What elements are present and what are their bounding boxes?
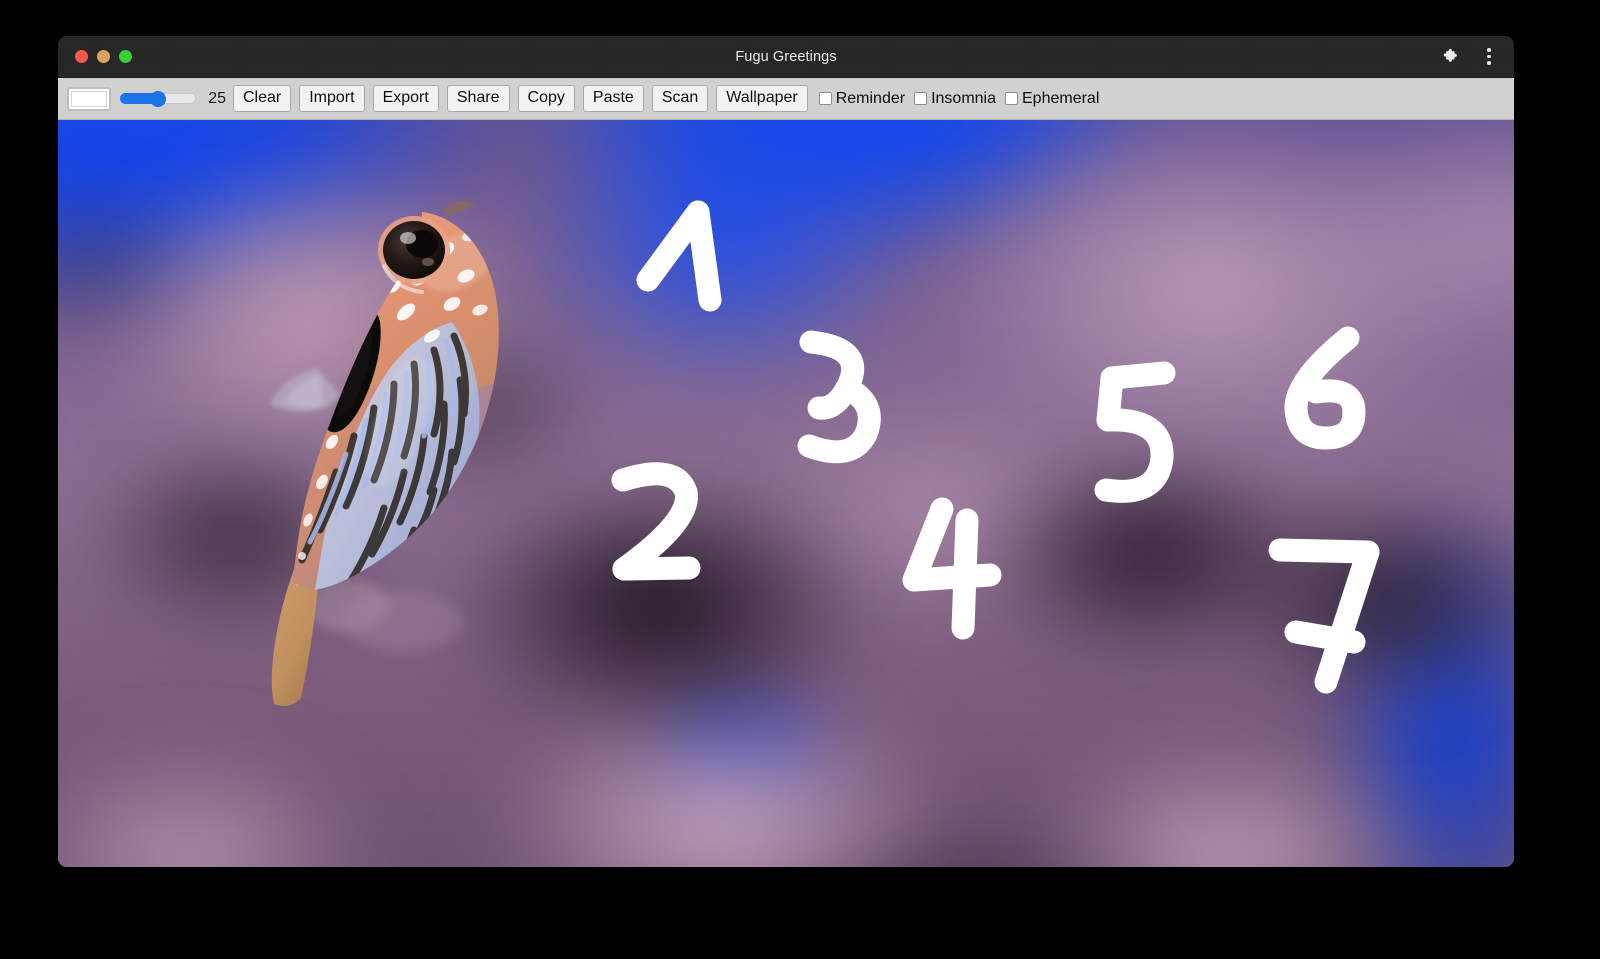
clear-button[interactable]: Clear	[233, 85, 292, 112]
stroke-digit-3	[797, 330, 881, 464]
ephemeral-checkbox-label: Ephemeral	[1022, 89, 1100, 107]
scan-button[interactable]: Scan	[651, 85, 709, 112]
option-checkboxes: Reminder Insomnia Ephemeral	[818, 89, 1109, 108]
three-dots-glyph	[1487, 48, 1491, 65]
insomnia-checkbox[interactable]: Insomnia	[914, 90, 996, 108]
traffic-light-buttons	[75, 50, 132, 63]
checkbox-box-insomnia[interactable]	[914, 92, 928, 105]
insomnia-checkbox-label: Insomnia	[931, 89, 996, 107]
browser-menu-icon[interactable]	[1478, 46, 1500, 68]
slider-thumb[interactable]	[150, 90, 166, 107]
stroke-digit-1	[636, 200, 722, 312]
extensions-icon[interactable]	[1440, 46, 1462, 68]
ephemeral-checkbox[interactable]: Ephemeral	[1005, 90, 1099, 108]
app-toolbar: 25 Clear Import Export Share Copy Paste …	[58, 78, 1514, 120]
stroke-digit-7	[1268, 538, 1380, 694]
drawn-strokes	[611, 200, 1380, 694]
checkbox-box-reminder[interactable]	[818, 92, 832, 105]
application-window: Fugu Greetings 25 Clear Import Export Sh…	[58, 36, 1514, 867]
paste-button[interactable]: Paste	[582, 85, 644, 112]
reminder-checkbox[interactable]: Reminder	[818, 89, 906, 108]
export-button[interactable]: Export	[372, 85, 439, 112]
titlebar-actions	[1440, 46, 1500, 68]
stroke-digit-5	[1094, 361, 1176, 503]
slider-value-label: 25	[208, 89, 226, 107]
color-picker[interactable]	[67, 86, 111, 111]
checkbox-box-ephemeral[interactable]	[1005, 92, 1018, 105]
close-window-button[interactable]	[75, 50, 88, 63]
screen: Fugu Greetings 25 Clear Import Export Sh…	[0, 0, 1600, 959]
window-titlebar: Fugu Greetings	[58, 36, 1514, 78]
wallpaper-button[interactable]: Wallpaper	[716, 85, 808, 112]
copy-button[interactable]: Copy	[517, 85, 575, 112]
minimize-window-button[interactable]	[97, 50, 110, 63]
import-button[interactable]: Import	[299, 85, 365, 112]
reminder-checkbox-label: Reminder	[835, 89, 906, 107]
stroke-digit-2	[611, 462, 701, 581]
share-button[interactable]: Share	[446, 85, 510, 112]
line-width-slider[interactable]	[120, 90, 196, 108]
stroke-digit-4	[902, 497, 1002, 640]
window-title: Fugu Greetings	[735, 48, 837, 65]
drawing-canvas[interactable]	[58, 120, 1514, 867]
maximize-window-button[interactable]	[119, 50, 132, 63]
color-swatch-fill	[71, 90, 107, 107]
stroke-digit-6	[1284, 326, 1366, 450]
